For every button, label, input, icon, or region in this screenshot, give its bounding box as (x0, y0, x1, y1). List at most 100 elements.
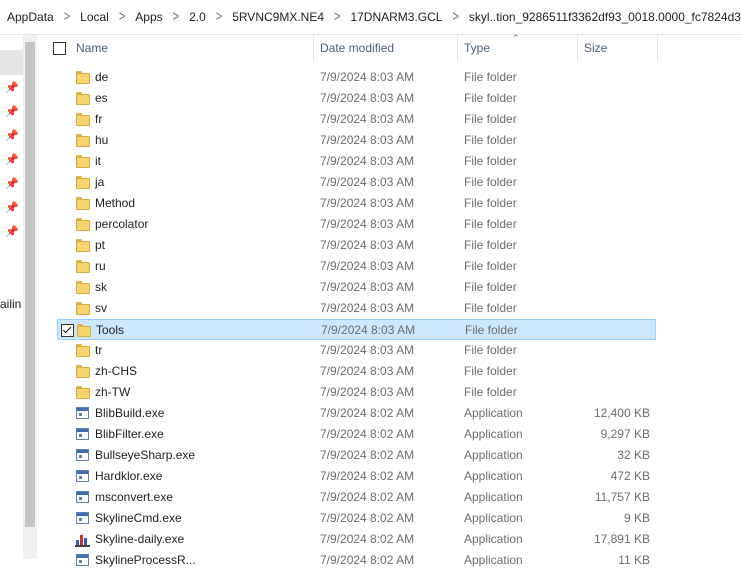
application-icon (76, 407, 89, 419)
file-type: Application (464, 469, 523, 483)
file-name: tr (95, 343, 103, 357)
file-size (557, 130, 650, 151)
file-row[interactable]: Skyline-daily.exe 7/9/2024 8:02 AM Applica… (57, 529, 656, 550)
file-date-modified: 7/9/2024 8:02 AM (320, 448, 415, 462)
application-icon (76, 491, 89, 503)
file-row[interactable]: fr 7/9/2024 8:03 AM File folder (57, 109, 656, 130)
file-row[interactable]: zh-CHS 7/9/2024 8:03 AM File folder (57, 361, 656, 382)
folder-icon (76, 260, 90, 273)
row-checkbox[interactable] (61, 324, 74, 337)
file-row[interactable]: Tools 7/9/2024 8:03 AM File folder (57, 319, 656, 340)
file-row[interactable]: tr 7/9/2024 8:03 AM File folder (57, 340, 656, 361)
file-name: zh-CHS (95, 364, 138, 378)
file-name: sv (95, 301, 107, 315)
skyline-app-icon (75, 532, 90, 547)
column-divider[interactable] (577, 35, 578, 62)
file-size (557, 151, 650, 172)
breadcrumb-item[interactable]: 5RVNC9MX.NE4 (230, 10, 326, 24)
file-row[interactable]: SkylineProcessR... 7/9/2024 8:02 AM Applic… (57, 550, 656, 571)
file-row[interactable]: hu 7/9/2024 8:03 AM File folder (57, 130, 656, 151)
breadcrumb-item[interactable]: AppData (0, 10, 56, 24)
file-row[interactable]: Method 7/9/2024 8:03 AM File folder (57, 193, 656, 214)
navigation-pane[interactable]: 📌 📌 📌 📌 📌 📌 📌 ailin (0, 35, 37, 559)
file-row[interactable]: SkylineCmd.exe 7/9/2024 8:02 AM Applicatio… (57, 508, 656, 529)
file-date-modified: 7/9/2024 8:03 AM (320, 259, 415, 273)
breadcrumb-separator-icon[interactable]: > (111, 9, 133, 25)
breadcrumb-item[interactable]: 17DNARM3.GCL (348, 10, 444, 24)
breadcrumb-separator-icon[interactable]: > (165, 9, 187, 25)
file-type: File folder (464, 301, 517, 315)
file-size (557, 172, 650, 193)
file-name: ru (95, 259, 106, 273)
breadcrumb[interactable]: AppData > Local > Apps >2.0 >5RVNC9MX.NE4 >17DN… (0, 0, 741, 35)
breadcrumb-separator-icon[interactable]: > (326, 9, 348, 25)
breadcrumb-item[interactable]: 2.0 (187, 10, 208, 24)
file-type: File folder (465, 323, 518, 337)
file-row[interactable]: BlibFilter.exe 7/9/2024 8:02 AM Applicatio… (57, 424, 656, 445)
file-row[interactable]: sk 7/9/2024 8:03 AM File folder (57, 277, 656, 298)
file-name: BullseyeSharp.exe (95, 448, 196, 462)
application-icon (76, 512, 89, 524)
application-icon (76, 449, 89, 461)
file-type: Application (464, 427, 523, 441)
breadcrumb-separator-icon[interactable]: > (208, 9, 230, 25)
column-header-size[interactable]: Size (584, 35, 607, 62)
file-date-modified: 7/9/2024 8:03 AM (320, 133, 415, 147)
column-divider[interactable] (657, 35, 658, 62)
file-row[interactable]: sv 7/9/2024 8:03 AM File folder (57, 298, 656, 319)
file-name: pt (95, 238, 106, 252)
sort-ascending-icon: ⌃ (512, 33, 520, 43)
column-header-name[interactable]: Name (76, 35, 108, 62)
file-type: File folder (464, 217, 517, 231)
breadcrumb-item[interactable]: Local (78, 10, 111, 24)
file-name: sk (95, 280, 107, 294)
file-date-modified: 7/9/2024 8:03 AM (320, 280, 415, 294)
nav-item-label[interactable]: ailin (0, 297, 21, 311)
column-divider[interactable] (313, 35, 314, 62)
nav-scrollbar-thumb[interactable] (25, 42, 35, 527)
file-date-modified: 7/9/2024 8:03 AM (320, 91, 415, 105)
file-date-modified: 7/9/2024 8:02 AM (320, 406, 415, 420)
file-row[interactable]: ru 7/9/2024 8:03 AM File folder (57, 256, 656, 277)
file-row[interactable]: BlibBuild.exe 7/9/2024 8:02 AM Application… (57, 403, 656, 424)
select-all-checkbox[interactable] (53, 42, 66, 55)
application-icon (76, 428, 89, 440)
breadcrumb-separator-icon[interactable]: > (56, 9, 78, 25)
file-row[interactable]: de 7/9/2024 8:03 AM File folder (57, 67, 656, 88)
file-date-modified: 7/9/2024 8:02 AM (320, 490, 415, 504)
file-size: 12,400 KB (593, 406, 650, 420)
file-row[interactable]: it 7/9/2024 8:03 AM File folder (57, 151, 656, 172)
file-name: Hardklor.exe (95, 469, 163, 483)
file-row[interactable]: ja 7/9/2024 8:03 AM File folder (57, 172, 656, 193)
nav-item-highlight[interactable] (0, 50, 23, 75)
file-row[interactable]: zh-TW 7/9/2024 8:03 AM File folder (57, 382, 656, 403)
column-header-date-modified[interactable]: Date modified (320, 35, 394, 62)
pin-icon: 📌 (5, 226, 19, 238)
breadcrumb-separator-icon[interactable]: > (444, 9, 466, 25)
file-date-modified: 7/9/2024 8:03 AM (320, 175, 415, 189)
column-header-type[interactable]: Type (464, 35, 490, 62)
file-name: Tools (96, 323, 125, 337)
file-name: percolator (95, 217, 149, 231)
file-size (557, 256, 650, 277)
file-row[interactable]: percolator 7/9/2024 8:03 AM File folder (57, 214, 656, 235)
file-type: Application (464, 553, 523, 567)
file-row[interactable]: pt 7/9/2024 8:03 AM File folder (57, 235, 656, 256)
file-size (557, 67, 650, 88)
column-divider[interactable] (457, 35, 458, 62)
file-type: File folder (464, 154, 517, 168)
folder-icon (76, 71, 90, 84)
file-row[interactable]: BullseyeSharp.exe 7/9/2024 8:02 AM Applica… (57, 445, 656, 466)
file-row[interactable]: Hardklor.exe 7/9/2024 8:02 AM Application 4… (57, 466, 656, 487)
file-type: File folder (464, 175, 517, 189)
file-size (558, 320, 651, 341)
file-type: File folder (464, 133, 517, 147)
file-row[interactable]: es 7/9/2024 8:03 AM File folder (57, 88, 656, 109)
file-date-modified: 7/9/2024 8:03 AM (320, 343, 415, 357)
breadcrumb-item[interactable]: skyl..tion_9286511f3362df93_0018.0000_fc… (467, 10, 741, 24)
file-size (557, 382, 650, 403)
file-date-modified: 7/9/2024 8:03 AM (320, 112, 415, 126)
file-size (557, 298, 650, 319)
file-row[interactable]: msconvert.exe 7/9/2024 8:02 AM Application… (57, 487, 656, 508)
breadcrumb-item[interactable]: Apps (133, 10, 164, 24)
